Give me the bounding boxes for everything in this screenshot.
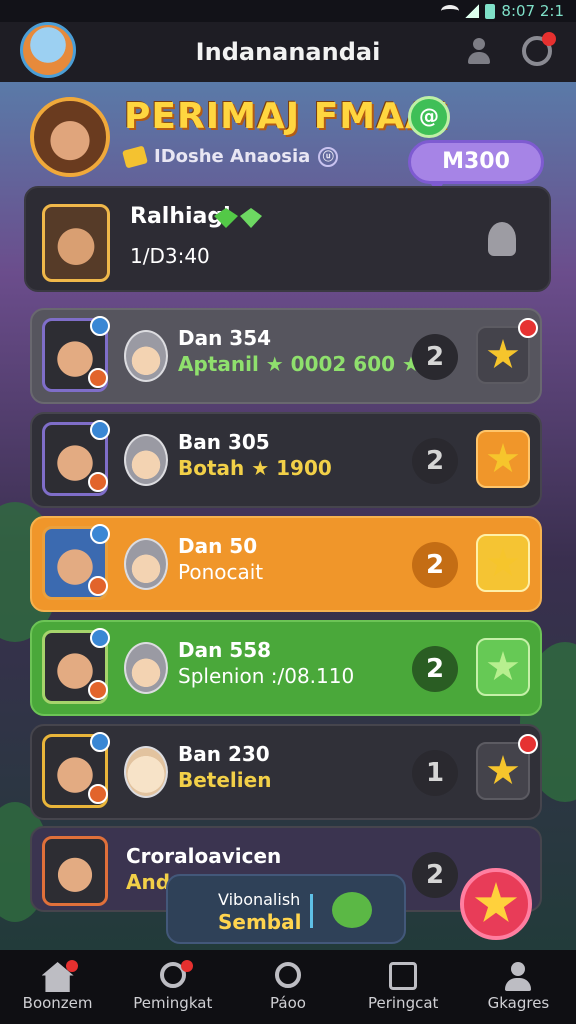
row-name: Ban 305 — [178, 430, 270, 454]
star-button[interactable] — [476, 534, 530, 592]
toast-divider — [310, 894, 313, 928]
level-badge-icon — [90, 524, 110, 544]
level-badge-icon — [90, 732, 110, 752]
rank-number: 1 — [412, 750, 458, 796]
gold-icon — [122, 144, 148, 169]
row-name: Croraloavicen — [126, 844, 282, 868]
reward-toast[interactable]: Vibonalish Sembal — [166, 874, 406, 944]
thumb-icon[interactable] — [488, 222, 516, 256]
wifi-icon — [441, 5, 460, 17]
rank-number: 2 — [412, 852, 458, 898]
row-name: Dan 354 — [178, 326, 272, 350]
banner-subtitle: IDoshe Anaosia ⓤ — [122, 144, 339, 169]
nav-ranking[interactable]: Peringcat — [346, 950, 461, 1024]
nav-profile[interactable]: Gkagres — [461, 950, 576, 1024]
nav-label: Peringcat — [367, 994, 439, 1012]
leaderboard-row[interactable]: Ban 230 Betelien 1 — [30, 724, 542, 820]
star-icon — [487, 651, 519, 681]
level-badge-icon — [90, 420, 110, 440]
nav-search[interactable]: Pemingkat — [115, 950, 230, 1024]
alert-dot — [518, 318, 538, 338]
player-score: 1/D3:40 — [130, 244, 210, 268]
pet-avatar — [124, 642, 168, 694]
nav-label: Pemingkat — [133, 994, 213, 1012]
toast-line-2: Sembal — [218, 910, 302, 934]
star-icon — [487, 339, 519, 369]
banner-badge[interactable]: @ — [408, 96, 450, 138]
rank-number: 2 — [412, 542, 458, 588]
user-icon[interactable] — [466, 38, 492, 66]
current-player-card[interactable]: Ralhiagl 1/D3:40 — [24, 186, 551, 292]
rank-number: 2 — [412, 438, 458, 484]
nav-label: Boonzem — [22, 994, 93, 1012]
nav-label: Páoo — [270, 994, 306, 1012]
notification-dot — [542, 32, 556, 46]
alert-dot — [518, 734, 538, 754]
row-subtitle: Betelien — [178, 768, 272, 792]
mascot-icon — [332, 892, 372, 928]
battery-icon — [485, 3, 496, 19]
rank-badge-icon — [88, 368, 108, 388]
row-name: Dan 558 — [178, 638, 272, 662]
row-subtitle: Ponocait — [178, 560, 264, 584]
player-portrait — [42, 204, 110, 282]
rank-badge-icon — [88, 680, 108, 700]
pet-avatar — [124, 746, 168, 798]
profile-icon — [503, 962, 533, 992]
gem-icon — [240, 208, 262, 228]
leaderboard-icon — [389, 962, 418, 990]
row-name: Dan 50 — [178, 534, 258, 558]
signal-icon — [465, 4, 480, 18]
star-icon — [487, 755, 519, 785]
notification-dot — [66, 960, 78, 972]
leaderboard-row-selected[interactable]: Dan 558 Splenion :/08.110 2 — [30, 620, 542, 716]
leaderboard-row[interactable]: Ban 305 Botah ★ 1900 2 — [30, 412, 542, 508]
rank-badge-icon — [88, 472, 108, 492]
app-bar: Indananandai — [0, 22, 576, 82]
banner-title: PERIMAJ FMAA! — [124, 96, 452, 137]
bottom-navigation: Boonzem Pemingkat Páoo Peringcat Gkagres — [0, 950, 576, 1024]
rank-badge-icon — [88, 576, 108, 596]
nav-label: Gkagres — [487, 994, 550, 1012]
info-icon[interactable]: ⓤ — [318, 146, 339, 167]
rank-number: 2 — [412, 646, 458, 692]
star-button[interactable] — [476, 638, 530, 696]
leaderboard-row[interactable]: Dan 354 Aptanil ★ 0002 600 ★ 2 — [30, 308, 542, 404]
star-button[interactable] — [476, 430, 530, 488]
row-subtitle: Aptanil ★ 0002 600 ★ — [178, 352, 420, 376]
leaderboard-row-highlight[interactable]: Dan 50 Ponocait 2 — [30, 516, 542, 612]
row-subtitle: Splenion :/08.110 — [178, 664, 355, 688]
toast-line-1: Vibonalish — [218, 890, 301, 909]
star-icon — [487, 443, 519, 473]
notification-dot — [181, 960, 194, 972]
level-badge-icon — [90, 316, 110, 336]
status-bar: 8:07 2:1 — [0, 0, 576, 22]
pet-avatar — [124, 434, 168, 486]
row-subtitle: Botah ★ 1900 — [178, 456, 332, 480]
star-fab-button[interactable] — [460, 868, 532, 940]
status-time: 8:07 2:1 — [501, 2, 564, 20]
pet-avatar — [124, 538, 168, 590]
nav-home[interactable]: Boonzem — [0, 950, 115, 1024]
pet-avatar — [124, 330, 168, 382]
player-portrait — [42, 836, 108, 906]
star-icon — [474, 882, 518, 923]
chat-icon[interactable] — [522, 32, 556, 66]
rank-number: 2 — [412, 334, 458, 380]
star-button[interactable] — [476, 734, 538, 800]
banner-subtitle-text: IDoshe Anaosia — [154, 146, 311, 167]
rank-badge-icon — [88, 784, 108, 804]
magnifier-icon — [275, 962, 301, 988]
banner-avatar[interactable] — [30, 97, 110, 177]
star-icon — [487, 547, 519, 577]
star-button[interactable] — [476, 318, 538, 384]
level-badge-icon — [90, 628, 110, 648]
nav-explore[interactable]: Páoo — [230, 950, 345, 1024]
points-pill[interactable]: M300 — [408, 140, 544, 193]
row-name: Ban 230 — [178, 742, 270, 766]
